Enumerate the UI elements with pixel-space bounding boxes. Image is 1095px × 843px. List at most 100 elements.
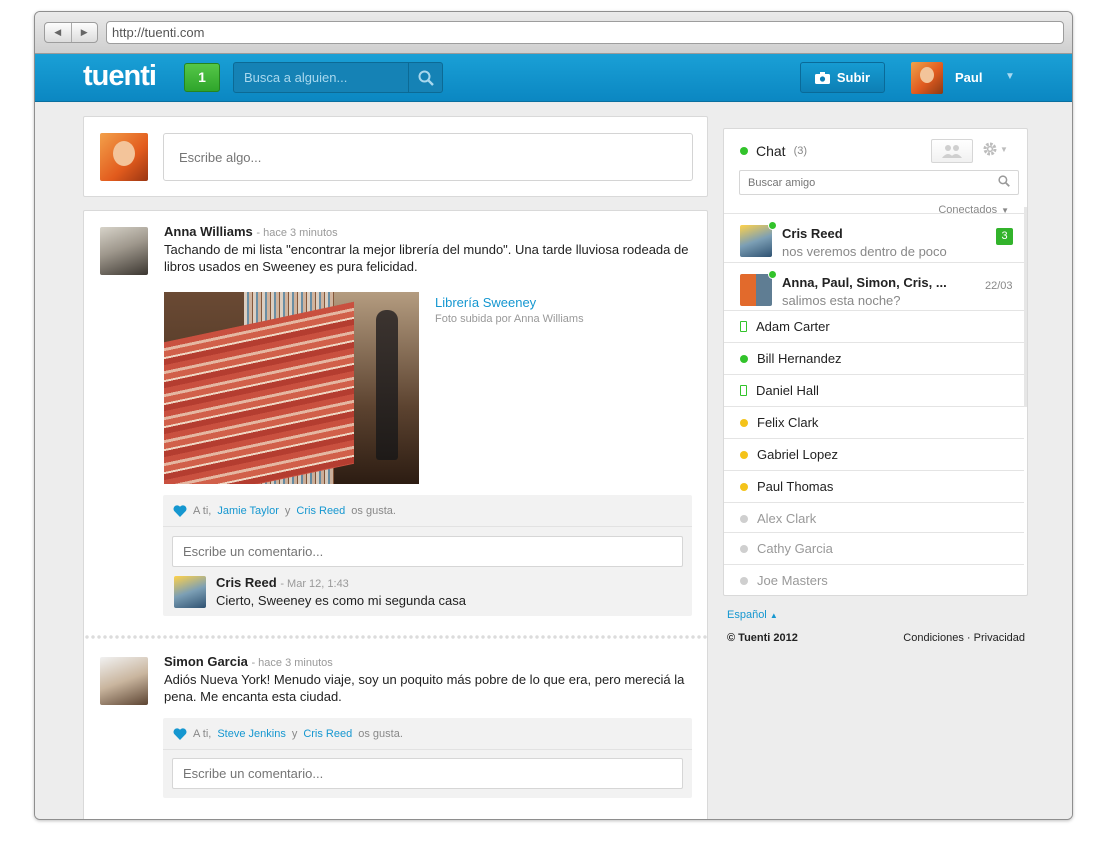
search-icon[interactable] [998, 175, 1010, 187]
upload-label: Subir [836, 70, 871, 85]
unread-badge: 3 [996, 228, 1013, 245]
tuenti-logo[interactable]: tuenti [83, 60, 157, 93]
friend-name: Adam Carter [756, 319, 830, 334]
chevron-up-icon: ▲ [769, 611, 778, 620]
offline-status-icon [740, 576, 748, 585]
mobile-icon [740, 385, 747, 396]
likes-suffix: os gusta. [358, 727, 403, 740]
reply-author[interactable]: Cris Reed [216, 575, 277, 590]
reply-avatar[interactable] [174, 576, 206, 608]
online-status-icon [740, 147, 748, 155]
away-status-icon [740, 418, 748, 427]
friend-name: Paul Thomas [757, 479, 834, 494]
browser-nav-buttons: ◀ ▶ [44, 22, 98, 43]
status-composer [83, 116, 708, 197]
privacy-link[interactable]: Privacidad [974, 632, 1025, 644]
chat-title[interactable]: Chat (3) [740, 143, 807, 159]
likes-prefix: A ti, [193, 727, 212, 740]
friend-item[interactable]: Bill Hernandez [724, 342, 1024, 374]
likes-row: A ti, Steve Jenkins y Cris Reed os gusta… [163, 718, 692, 750]
composer-avatar [100, 133, 148, 181]
chevron-down-icon[interactable]: ▼ [1005, 71, 1015, 82]
status-input[interactable] [163, 133, 693, 181]
friend-item[interactable]: Cathy Garcia [724, 532, 1024, 564]
post-photo[interactable] [164, 292, 419, 484]
post-text: Tachando de mi lista "encontrar la mejor… [164, 242, 689, 274]
heart-icon[interactable] [173, 727, 187, 740]
group-chat-button[interactable] [931, 139, 973, 163]
news-feed: Anna Williams - hace 3 minutos Tachando … [83, 210, 708, 819]
post-author[interactable]: Anna Williams [164, 224, 253, 239]
forward-icon[interactable]: ▶ [72, 23, 98, 42]
chat-header: Chat (3) ▼ [724, 129, 1027, 167]
likes-row: A ti, Jamie Taylor y Cris Reed os gusta. [163, 495, 692, 527]
conversation-item[interactable]: Cris Reed nos veremos dentro de poco 3 [724, 213, 1024, 262]
chat-count: (3) [793, 145, 808, 157]
friend-item[interactable]: Joe Masters [724, 564, 1024, 595]
notifications-badge[interactable]: 1 [184, 63, 220, 92]
chat-scrollbar[interactable] [1024, 207, 1027, 407]
mobile-icon [740, 321, 747, 332]
author-avatar[interactable] [100, 657, 148, 705]
people-search-input[interactable] [234, 63, 409, 92]
upload-button[interactable]: Subir [800, 62, 885, 93]
search-icon[interactable] [408, 63, 442, 92]
browser-toolbar: ◀ ▶ http://tuenti.com [35, 12, 1072, 54]
conversation-item[interactable]: Anna, Paul, Simon, Cris, ... salimos est… [724, 262, 1024, 310]
friend-name: Felix Clark [757, 415, 819, 430]
reply-header: Cris Reed - Mar 12, 1:43 [216, 575, 349, 590]
reply-text: Cierto, Sweeney es como mi segunda casa [216, 593, 467, 608]
footer-separator: · [966, 632, 971, 644]
top-navigation-bar: tuenti 1 Subir Paul ▼ [35, 54, 1072, 102]
likes-prefix: A ti, [193, 504, 212, 517]
liker-link[interactable]: Cris Reed [303, 728, 352, 740]
away-status-icon [740, 450, 748, 459]
online-status-icon [740, 354, 748, 363]
post-header: Simon Garcia - hace 3 minutos [164, 654, 333, 669]
user-menu[interactable]: Paul [911, 61, 982, 94]
liker-link[interactable]: Jamie Taylor [217, 505, 279, 517]
friend-item[interactable]: Adam Carter [724, 310, 1024, 342]
photo-uploader: Foto subida por Anna Williams [435, 313, 584, 325]
chat-sidebar: Chat (3) ▼ Conectados ▼ Cris Reed [723, 128, 1028, 596]
friend-name: Daniel Hall [756, 383, 819, 398]
comment-input[interactable] [172, 758, 683, 789]
conversation-preview: salimos esta noche? [782, 293, 901, 308]
post-author[interactable]: Simon Garcia [164, 654, 248, 669]
photo-caption: Librería Sweeney Foto subida por Anna Wi… [435, 295, 584, 325]
friend-name: Cathy Garcia [757, 541, 833, 556]
chevron-down-icon: ▼ [1000, 144, 1008, 154]
heart-icon[interactable] [173, 504, 187, 517]
friend-item[interactable]: Felix Clark [724, 406, 1024, 438]
friend-item[interactable]: Paul Thomas [724, 470, 1024, 502]
friend-name: Alex Clark [757, 511, 817, 526]
conversation-name: Anna, Paul, Simon, Cris, ... [782, 275, 947, 290]
friend-item[interactable]: Gabriel Lopez [724, 438, 1024, 470]
away-status-icon [740, 482, 748, 491]
post-time: - hace 3 minutos [256, 227, 338, 239]
friend-item[interactable]: Alex Clark [724, 502, 1024, 534]
conditions-link[interactable]: Condiciones [903, 632, 964, 644]
friend-search-input[interactable] [739, 170, 1019, 195]
author-avatar[interactable] [100, 227, 148, 275]
copyright: © Tuenti 2012 [727, 632, 798, 644]
footer-links: Condiciones · Privacidad [903, 632, 1025, 644]
liker-link[interactable]: Steve Jenkins [217, 728, 285, 740]
post-text: Adiós Nueva York! Menudo viaje, soy un p… [164, 672, 685, 704]
comment-input[interactable] [172, 536, 683, 567]
conversation-date: 22/03 [985, 280, 1013, 292]
chat-settings[interactable]: ▼ [982, 141, 1008, 157]
liker-link[interactable]: Cris Reed [296, 505, 345, 517]
browser-window: ◀ ▶ http://tuenti.com tuenti 1 Subir Pau… [34, 11, 1073, 820]
friend-item[interactable]: Daniel Hall [724, 374, 1024, 406]
back-icon[interactable]: ◀ [45, 23, 72, 42]
language-selector[interactable]: Español ▲ [727, 609, 1027, 621]
chat-title-label: Chat [756, 143, 786, 159]
photo-title-link[interactable]: Librería Sweeney [435, 295, 584, 310]
page-footer: Español ▲ © Tuenti 2012 Condiciones · Pr… [727, 609, 1027, 646]
camera-icon [814, 71, 830, 84]
post-time: - hace 3 minutos [251, 657, 333, 669]
address-bar[interactable]: http://tuenti.com [106, 21, 1064, 44]
group-conversation-avatar [740, 270, 777, 306]
user-avatar [911, 61, 943, 94]
